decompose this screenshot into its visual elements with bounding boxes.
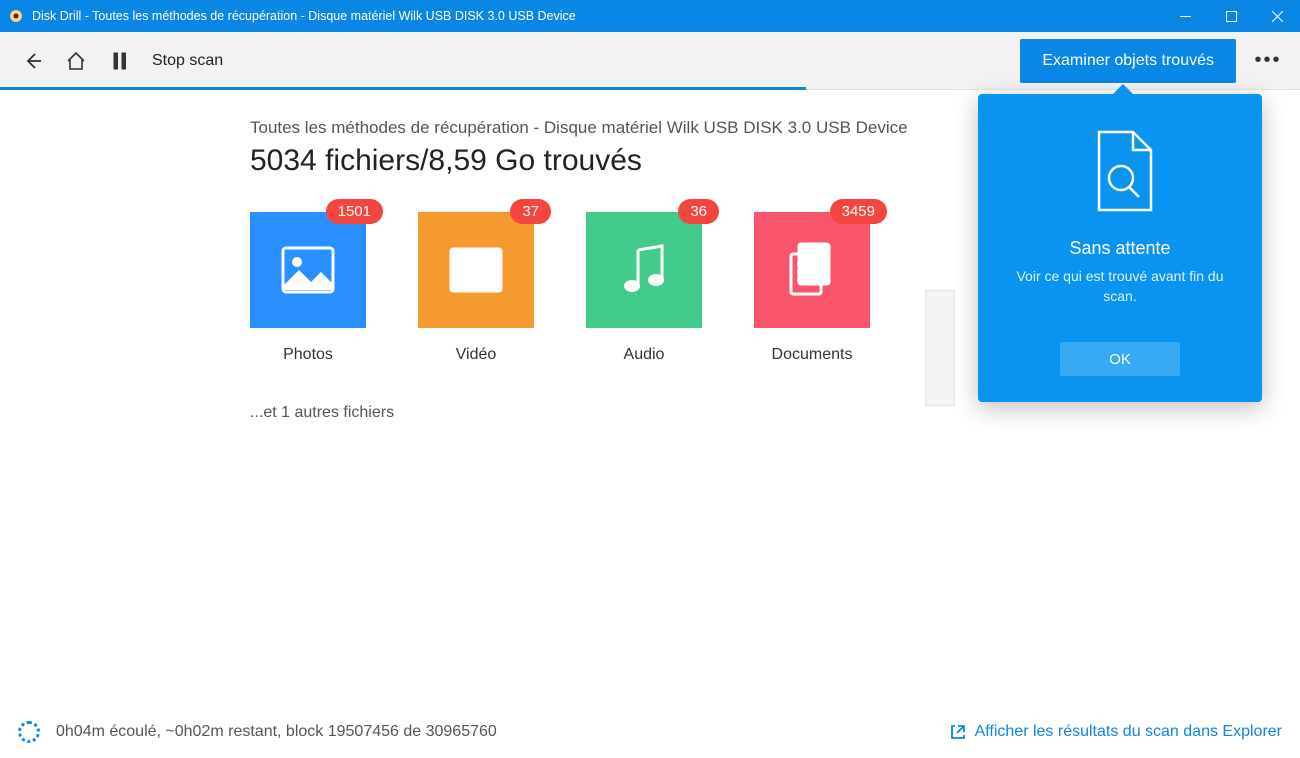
category-tile[interactable]: 36 bbox=[586, 212, 702, 328]
hint-popover: Sans attente Voir ce qui est trouvé avan… bbox=[978, 94, 1262, 402]
toolbar: Stop scan Examiner objets trouvés ••• bbox=[0, 32, 1300, 90]
status-text: 0h04m écoulé, ~0h02m restant, block 1950… bbox=[56, 723, 497, 741]
category-photos[interactable]: 1501 Photos bbox=[250, 212, 366, 364]
window-title: Disk Drill - Toutes les méthodes de récu… bbox=[32, 9, 1162, 23]
category-documents[interactable]: 3459 Documents bbox=[754, 212, 870, 364]
category-label: Audio bbox=[624, 346, 665, 364]
close-button[interactable] bbox=[1254, 0, 1300, 32]
maximize-button[interactable] bbox=[1208, 0, 1254, 32]
home-button[interactable] bbox=[54, 39, 98, 83]
popover-ok-button[interactable]: OK bbox=[1060, 342, 1180, 376]
popover-title: Sans attente bbox=[1000, 238, 1240, 259]
popover-description: Voir ce qui est trouvé avant fin du scan… bbox=[1000, 267, 1240, 306]
show-in-explorer-link[interactable]: Afficher les résultats du scan dans Expl… bbox=[949, 723, 1282, 741]
show-in-explorer-label: Afficher les résultats du scan dans Expl… bbox=[975, 723, 1282, 741]
category-label: Photos bbox=[283, 346, 333, 364]
examine-button[interactable]: Examiner objets trouvés bbox=[1020, 39, 1236, 83]
category-tile[interactable]: 3459 bbox=[754, 212, 870, 328]
document-search-icon bbox=[1000, 130, 1240, 214]
window-controls bbox=[1162, 0, 1300, 32]
more-menu-button[interactable]: ••• bbox=[1246, 39, 1290, 83]
minimize-button[interactable] bbox=[1162, 0, 1208, 32]
category-count-badge: 3459 bbox=[830, 199, 887, 224]
stop-scan-button[interactable]: Stop scan bbox=[152, 52, 223, 70]
category-audio[interactable]: 36 Audio bbox=[586, 212, 702, 364]
category-count-badge: 36 bbox=[678, 199, 719, 224]
pause-button[interactable] bbox=[98, 39, 142, 83]
status-bar: 0h04m écoulé, ~0h02m restant, block 1950… bbox=[0, 706, 1300, 758]
category-video[interactable]: 37 Vidéo bbox=[418, 212, 534, 364]
back-button[interactable] bbox=[10, 39, 54, 83]
category-tile-more[interactable] bbox=[925, 290, 955, 406]
category-count-badge: 1501 bbox=[326, 199, 383, 224]
external-link-icon bbox=[949, 723, 967, 741]
category-tile[interactable]: 37 bbox=[418, 212, 534, 328]
spinner-icon bbox=[18, 721, 40, 743]
app-icon bbox=[8, 8, 24, 24]
category-label: Documents bbox=[772, 346, 853, 364]
category-label: Vidéo bbox=[456, 346, 497, 364]
category-count-badge: 37 bbox=[510, 199, 551, 224]
category-tile[interactable]: 1501 bbox=[250, 212, 366, 328]
titlebar: Disk Drill - Toutes les méthodes de récu… bbox=[0, 0, 1300, 32]
additional-files-text: ...et 1 autres fichiers bbox=[250, 404, 1300, 422]
